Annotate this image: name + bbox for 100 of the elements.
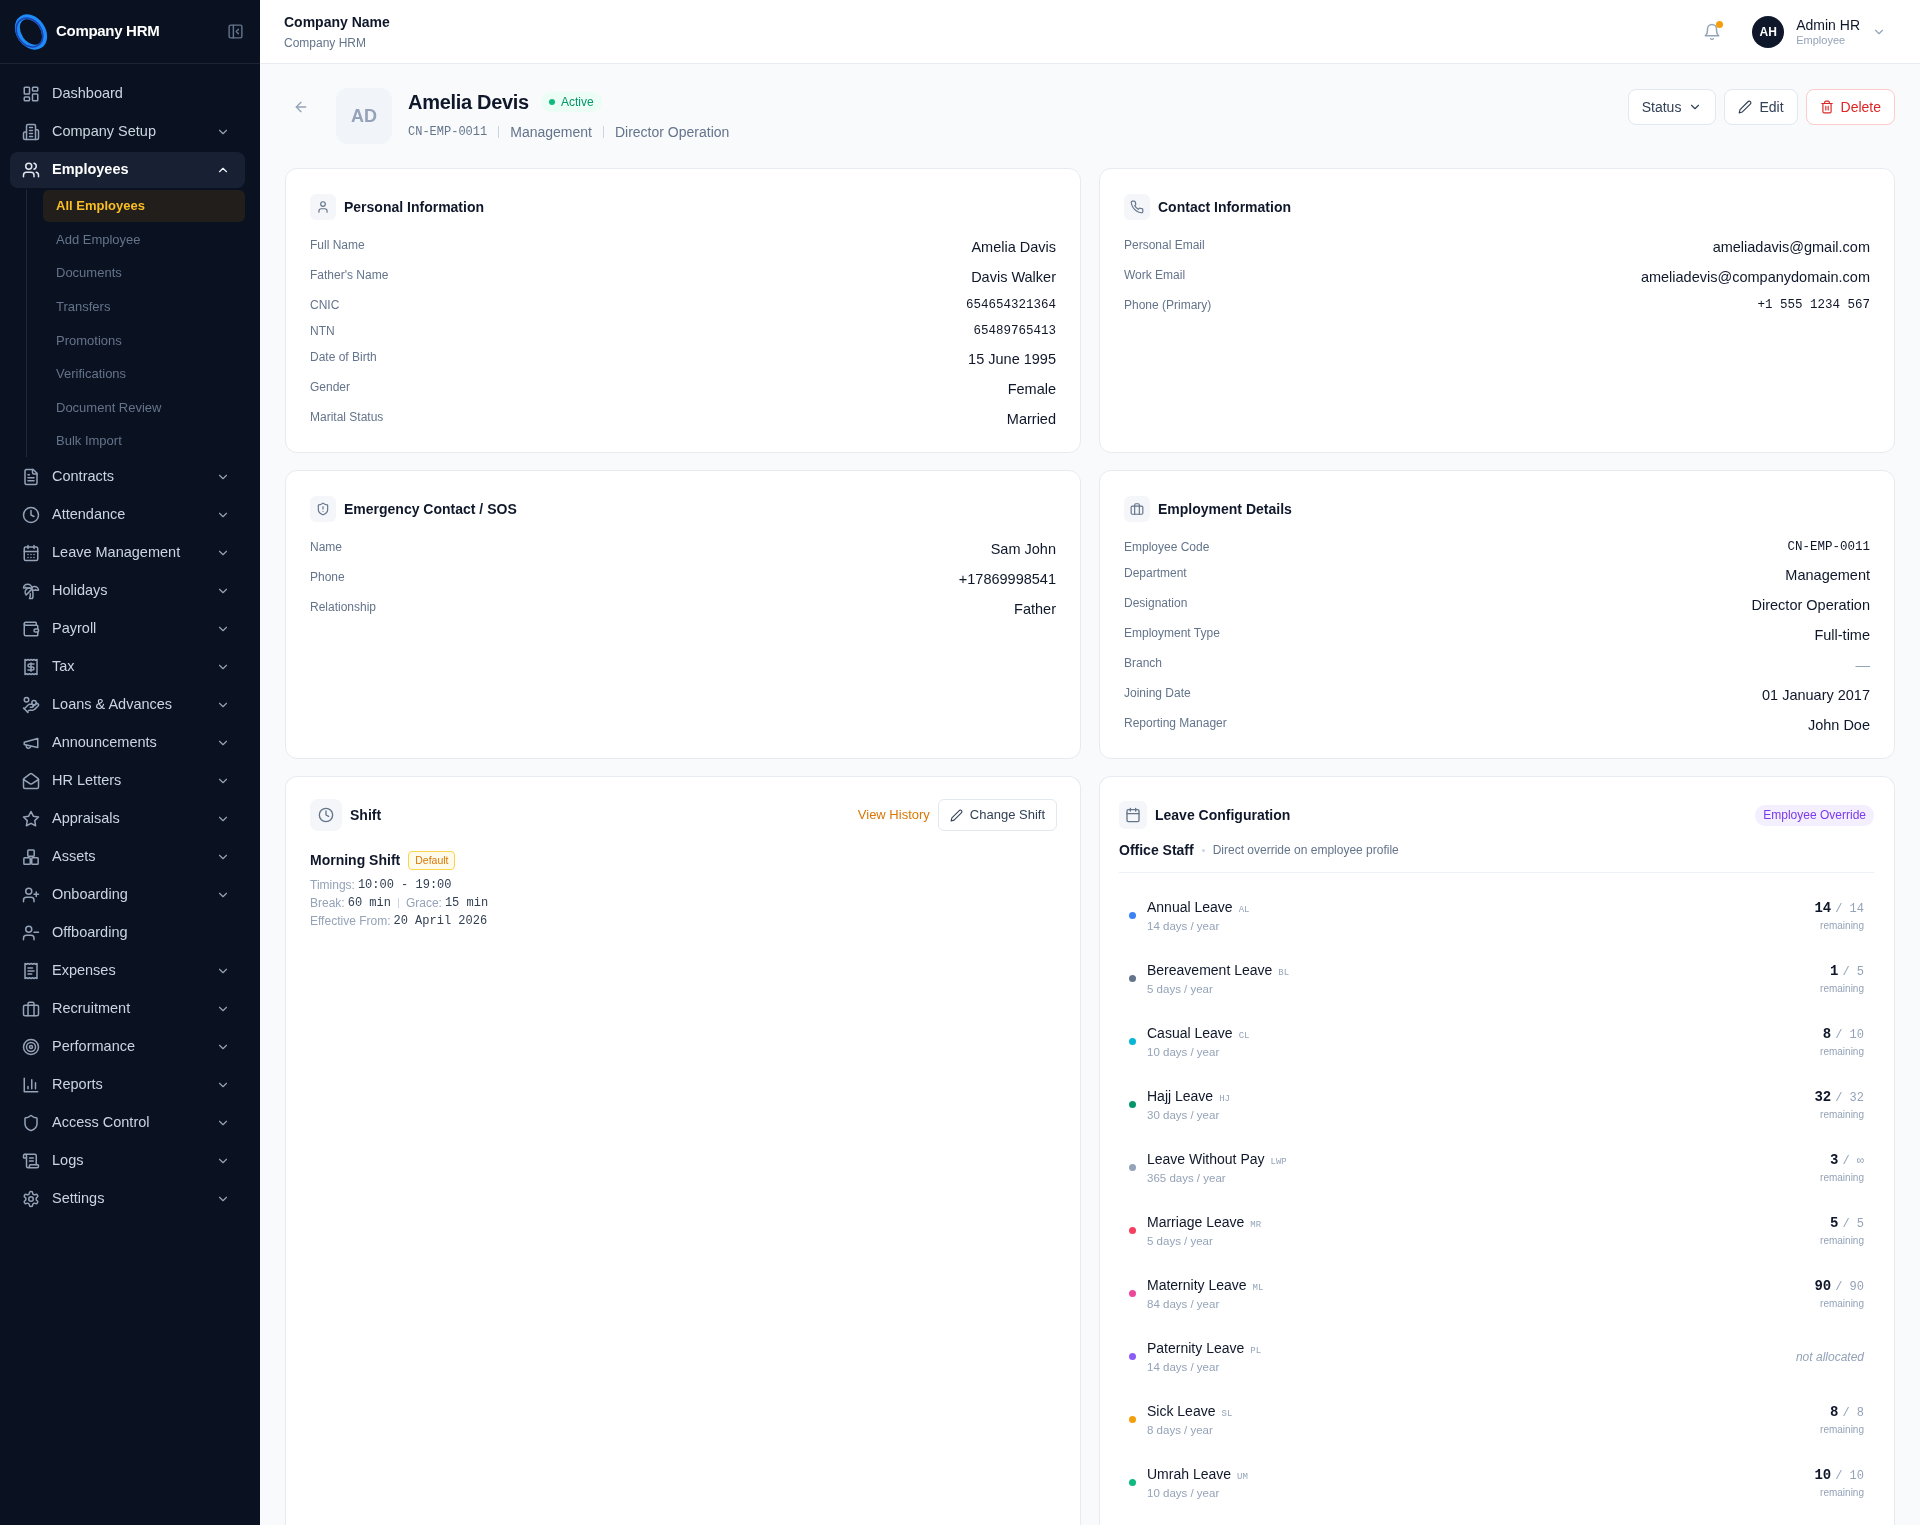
leave-allowance: 10 days / year xyxy=(1147,1485,1221,1501)
sidebar-subitem[interactable]: Add Employee xyxy=(43,223,245,256)
remaining-count: 10 xyxy=(1814,1465,1832,1485)
sidebar-subitem[interactable]: All Employees xyxy=(43,190,245,222)
sidebar-item[interactable]: Company Setup xyxy=(10,114,245,150)
total-count: / 32 xyxy=(1835,1089,1864,1107)
clock-icon xyxy=(310,799,342,831)
leave-name: Sick Leave xyxy=(1147,1402,1216,1421)
target-icon xyxy=(22,1038,40,1057)
remaining-label: remaining xyxy=(1820,1044,1864,1059)
sidebar-item[interactable]: Onboarding xyxy=(10,877,245,914)
calendar-icon xyxy=(22,544,40,563)
leave-code: HJ xyxy=(1219,1093,1230,1106)
sidebar-item[interactable]: Employees xyxy=(10,152,245,188)
change-shift-button[interactable]: Change Shift xyxy=(937,799,1057,831)
field-value: Amelia Davis xyxy=(971,238,1056,257)
sidebar-subitem[interactable]: Transfers xyxy=(43,290,245,323)
sidebar-subitem[interactable]: Bulk Import xyxy=(43,425,245,458)
detail-value: 15 min xyxy=(444,895,489,912)
leave-name: Maternity Leave xyxy=(1147,1276,1247,1295)
field-label: Father's Name xyxy=(310,267,389,284)
remaining-label: remaining xyxy=(1819,1107,1864,1122)
sidebar-item[interactable]: Announcements xyxy=(10,725,245,762)
user-icon xyxy=(310,194,336,220)
sidebar-item[interactable]: Payroll xyxy=(10,611,245,648)
field-label: Full Name xyxy=(310,237,365,254)
sidebar-item[interactable]: Dashboard xyxy=(10,76,245,112)
edit-button[interactable]: Edit xyxy=(1724,89,1798,125)
field-value: Father xyxy=(1014,600,1056,619)
field-value: 01 January 2017 xyxy=(1761,686,1870,705)
brand-name: Company HRM xyxy=(56,21,160,42)
total-count: / ∞ xyxy=(1842,1152,1864,1170)
remaining-count: 1 xyxy=(1830,961,1839,981)
remaining-count: 14 xyxy=(1814,898,1832,918)
status-dropdown-button[interactable]: Status xyxy=(1627,89,1717,125)
document-icon xyxy=(22,468,40,487)
scroll-icon xyxy=(22,1152,40,1171)
leave-allowance: 10 days / year xyxy=(1147,1044,1221,1060)
sidebar-item[interactable]: Access Control xyxy=(10,1105,245,1142)
override-badge: Employee Override xyxy=(1755,804,1874,826)
card-heading: Shift xyxy=(350,805,382,825)
field-label: Department xyxy=(1124,565,1187,582)
palm-tree-icon xyxy=(22,582,40,601)
sidebar-item[interactable]: Leave Management xyxy=(10,535,245,572)
sidebar-subitem[interactable]: Documents xyxy=(43,257,245,290)
leave-code: LWP xyxy=(1270,1156,1287,1169)
employee-code: CN-EMP-0011 xyxy=(408,124,488,141)
detail-label: Effective From: xyxy=(310,913,391,930)
sidebar-item[interactable]: HR Letters xyxy=(10,763,245,800)
sidebar-item[interactable]: Performance xyxy=(10,1029,245,1066)
user-role: Employee xyxy=(1796,33,1847,47)
sidebar-item[interactable]: Holidays xyxy=(10,573,245,610)
remaining-label: remaining xyxy=(1819,1485,1864,1500)
company-name: Company Name xyxy=(284,12,390,31)
sidebar-item[interactable]: Contracts xyxy=(10,459,245,496)
user-avatar[interactable]: AH xyxy=(1752,15,1785,48)
hand-coins-icon xyxy=(22,696,40,715)
total-count: / 10 xyxy=(1835,1026,1864,1044)
field-label: NTN xyxy=(310,323,335,340)
sidebar-subitem[interactable]: Verifications xyxy=(43,357,245,390)
delete-button[interactable]: Delete xyxy=(1805,89,1895,125)
calendar-icon xyxy=(1119,801,1147,829)
sidebar-item[interactable]: Offboarding xyxy=(10,915,245,952)
policy-name: Office Staff xyxy=(1119,841,1194,860)
field-label: Work Email xyxy=(1124,267,1186,284)
boxes-icon xyxy=(22,848,40,867)
dashboard-grid-icon xyxy=(22,85,40,103)
sidebar-item[interactable]: Recruitment xyxy=(10,991,245,1028)
sidebar-item[interactable]: Tax xyxy=(10,649,245,686)
bell-icon[interactable] xyxy=(1703,22,1722,41)
leave-allowance: 5 days / year xyxy=(1147,981,1214,997)
field-value: Director Operation xyxy=(1751,596,1870,615)
sidebar-item[interactable]: Appraisals xyxy=(10,801,245,838)
card-heading: Emergency Contact / SOS xyxy=(344,499,517,519)
default-badge: Default xyxy=(408,850,456,870)
detail-value: 10:00 - 19:00 xyxy=(357,877,452,894)
sidebar-subitem[interactable]: Promotions xyxy=(43,324,245,357)
field-label: Relationship xyxy=(310,599,377,616)
leave-code: ML xyxy=(1252,1282,1264,1295)
card-heading: Contact Information xyxy=(1158,197,1291,217)
leave-allowance: 365 days / year xyxy=(1147,1170,1227,1186)
field-label: Phone xyxy=(310,569,345,586)
field-label: Marital Status xyxy=(310,409,384,426)
field-value: 654654321364 xyxy=(966,297,1056,314)
field-label: Phone (Primary) xyxy=(1124,297,1212,314)
sidebar-item[interactable]: Loans & Advances xyxy=(10,687,245,724)
sidebar-item[interactable]: Logs xyxy=(10,1143,245,1180)
remaining-count: 32 xyxy=(1814,1087,1832,1107)
sidebar-item[interactable]: Attendance xyxy=(10,497,245,534)
detail-label: Timings: xyxy=(310,877,355,894)
envelope-icon xyxy=(22,772,40,791)
sidebar-subitem[interactable]: Document Review xyxy=(43,391,245,424)
sidebar-item[interactable]: Settings xyxy=(10,1181,245,1218)
sidebar-item[interactable]: Assets xyxy=(10,839,245,876)
detail-value: 60 min xyxy=(347,895,391,912)
sidebar-item[interactable]: Reports xyxy=(10,1067,245,1104)
sidebar-toggle-icon[interactable] xyxy=(227,23,244,40)
leave-allowance: 30 days / year xyxy=(1147,1107,1221,1123)
profile-avatar: AD xyxy=(336,88,392,144)
sidebar-item[interactable]: Expenses xyxy=(10,953,245,990)
